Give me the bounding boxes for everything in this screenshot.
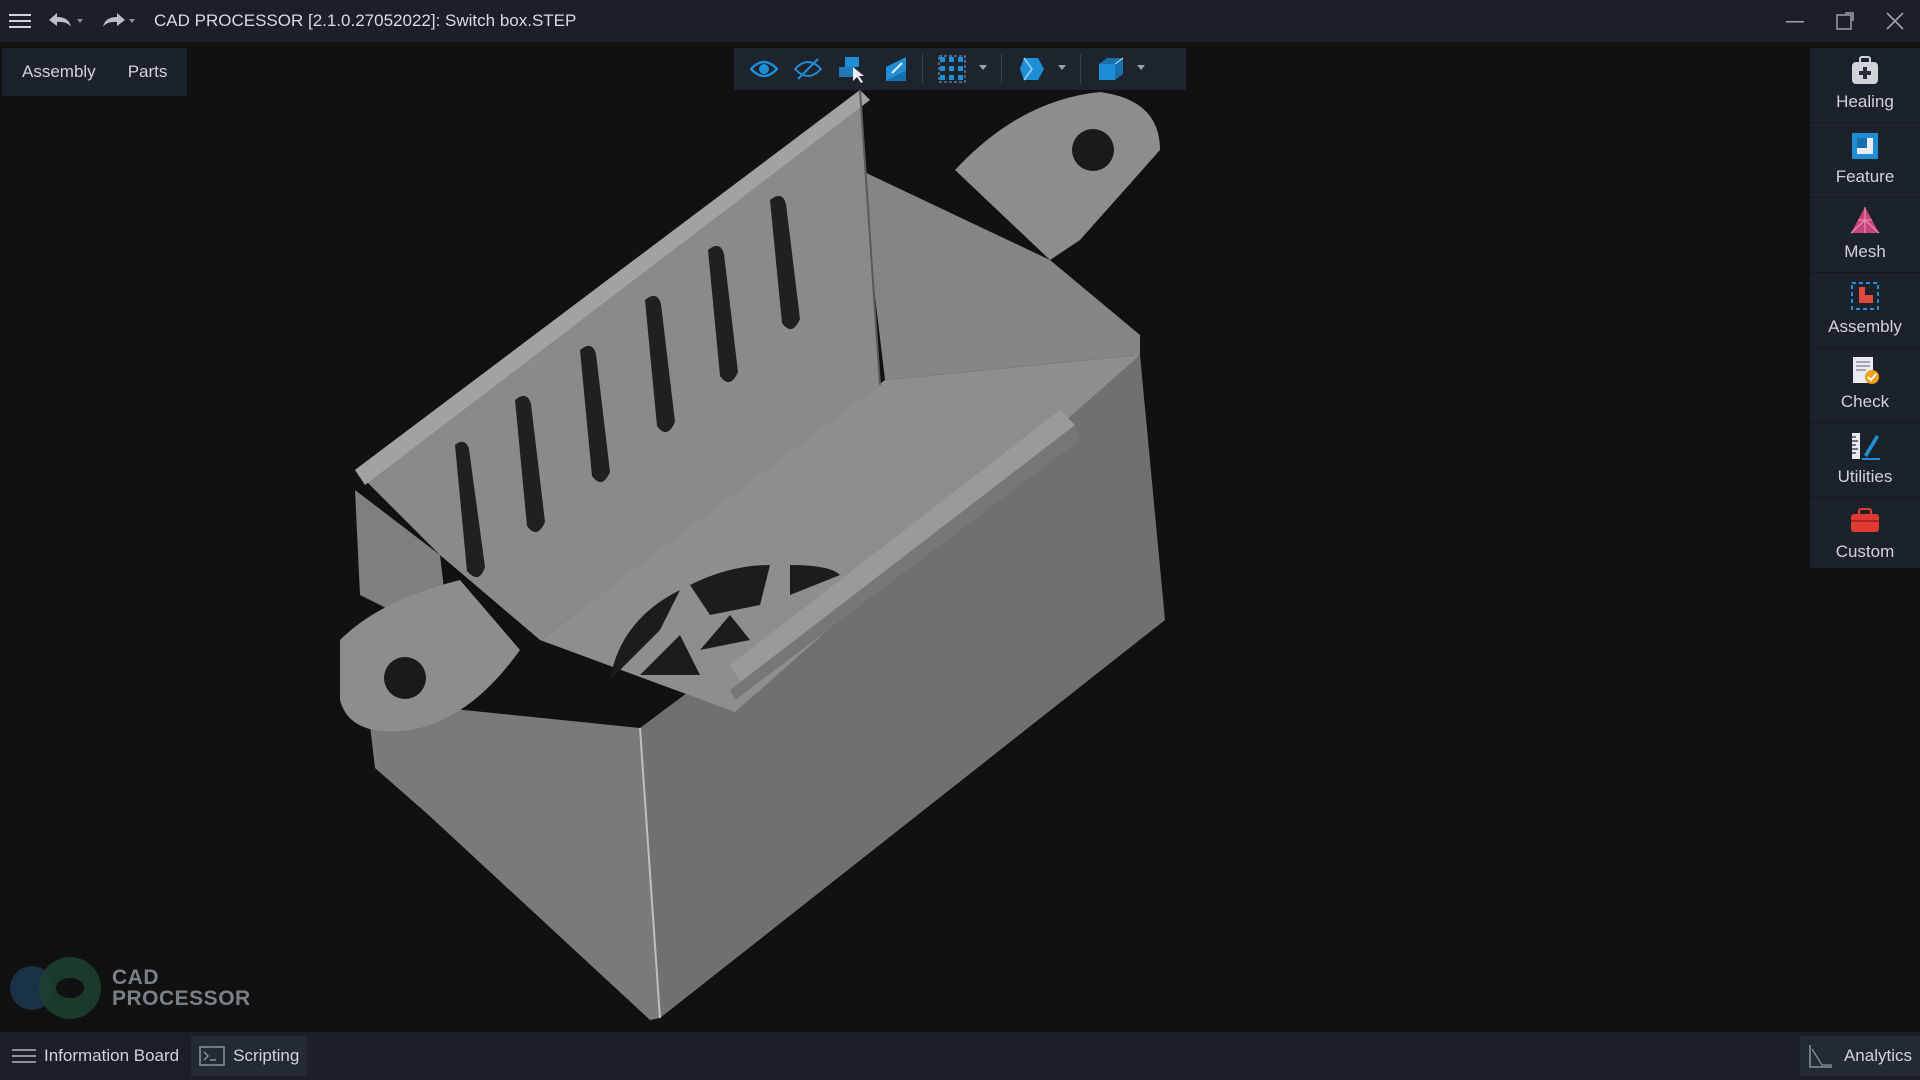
healing-button[interactable]: Healing bbox=[1810, 48, 1920, 123]
module-panel: Healing Feature Mesh Assembly Check Util… bbox=[1810, 48, 1920, 568]
hide-icon[interactable] bbox=[786, 48, 830, 90]
tab-assembly[interactable]: Assembly bbox=[6, 48, 112, 96]
tab-parts[interactable]: Parts bbox=[112, 48, 184, 96]
logo-mark-icon bbox=[10, 957, 101, 1019]
analytics-button[interactable]: Analytics bbox=[1799, 1036, 1920, 1076]
feature-button[interactable]: Feature bbox=[1810, 123, 1920, 198]
minimize-icon[interactable] bbox=[1770, 0, 1820, 42]
terminal-icon bbox=[199, 1046, 225, 1066]
feature-icon bbox=[1852, 133, 1878, 159]
check-button[interactable]: Check bbox=[1810, 348, 1920, 423]
list-icon bbox=[12, 1049, 36, 1063]
assembly-button[interactable]: Assembly bbox=[1810, 273, 1920, 348]
assembly-icon bbox=[1851, 282, 1879, 310]
analytics-chart-icon bbox=[1809, 1045, 1832, 1068]
3d-viewport[interactable] bbox=[0, 42, 1920, 1032]
grid-select-icon[interactable] bbox=[927, 48, 997, 90]
title-bar: CAD PROCESSOR [2.1.0.27052022]: Switch b… bbox=[0, 0, 1920, 42]
logo-line-1: CAD bbox=[112, 966, 159, 989]
check-icon bbox=[1853, 357, 1879, 384]
custom-toolbox-icon bbox=[1851, 508, 1879, 532]
logo-line-2: PROCESSOR bbox=[112, 987, 251, 1010]
undo-icon[interactable] bbox=[40, 0, 92, 42]
view-cube-icon[interactable] bbox=[1085, 48, 1155, 90]
redo-icon[interactable] bbox=[92, 0, 144, 42]
restore-icon[interactable] bbox=[1820, 0, 1870, 42]
cad-processor-logo: CAD PROCESSOR bbox=[6, 956, 251, 1020]
display-mode-icon[interactable] bbox=[1006, 48, 1076, 90]
show-icon[interactable] bbox=[742, 48, 786, 90]
assembly-parts-tabs: Assembly Parts bbox=[2, 48, 188, 96]
section-icon[interactable] bbox=[874, 48, 918, 90]
menu-icon[interactable] bbox=[0, 0, 40, 42]
switch-box-model[interactable] bbox=[0, 42, 1920, 1032]
close-icon[interactable] bbox=[1870, 0, 1920, 42]
custom-button[interactable]: Custom bbox=[1810, 498, 1920, 573]
healing-kit-icon bbox=[1852, 56, 1878, 84]
scripting-button[interactable]: Scripting bbox=[191, 1036, 308, 1076]
status-bar: Information Board Scripting Analytics bbox=[0, 1032, 1920, 1080]
utilities-icon bbox=[1852, 433, 1880, 460]
utilities-button[interactable]: Utilities bbox=[1810, 423, 1920, 498]
window-title: CAD PROCESSOR [2.1.0.27052022]: Switch b… bbox=[154, 11, 577, 30]
information-board-button[interactable]: Information Board bbox=[4, 1036, 187, 1076]
view-toolbar bbox=[734, 48, 1186, 90]
mesh-icon bbox=[1850, 207, 1880, 234]
select-icon[interactable] bbox=[830, 48, 874, 90]
mesh-button[interactable]: Mesh bbox=[1810, 198, 1920, 273]
